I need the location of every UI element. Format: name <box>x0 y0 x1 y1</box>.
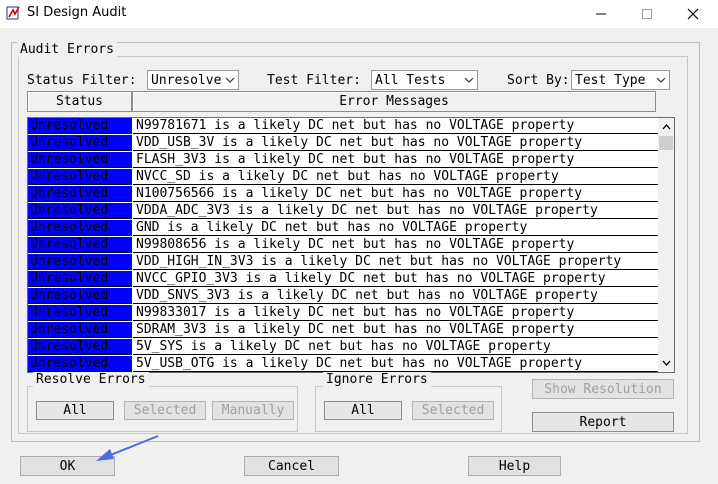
message-cell: GND is a likely DC net but has no VOLTAG… <box>133 220 658 236</box>
status-cell: Unresolved <box>28 339 132 355</box>
ignore-all-label: All <box>351 403 375 418</box>
status-cell: Unresolved <box>28 186 132 202</box>
table-row[interactable]: Unresolved 5V_USB_OTG is a likely DC net … <box>28 356 658 372</box>
message-cell: VDD_HIGH_IN_3V3 is a likely DC net but h… <box>133 254 658 270</box>
report-label: Report <box>579 414 627 430</box>
message-cell: VDD_USB_3V is a likely DC net but has no… <box>133 135 658 151</box>
table-row[interactable]: Unresolved N99781671 is a likely DC net b… <box>28 118 658 135</box>
resolve-all-label: All <box>63 403 87 418</box>
table-row[interactable]: Unresolved GND is a likely DC net but has… <box>28 220 658 237</box>
scroll-up-button[interactable] <box>658 119 674 135</box>
status-filter-value: Unresolve <box>151 72 222 88</box>
resolve-selected-label: Selected <box>133 403 197 418</box>
chevron-down-icon <box>461 71 477 89</box>
annotation-arrow-icon <box>96 435 159 461</box>
audit-errors-label: Audit Errors <box>17 42 117 57</box>
status-cell: Unresolved <box>28 288 132 304</box>
status-cell: Unresolved <box>28 237 132 253</box>
resolve-selected-button[interactable]: Selected <box>124 401 206 420</box>
table-row[interactable]: Unresolved FLASH_3V3 is a likely DC net b… <box>28 152 658 169</box>
maximize-button[interactable] <box>624 0 670 28</box>
cancel-label: Cancel <box>268 458 315 474</box>
scroll-down-button[interactable] <box>658 355 674 371</box>
ignore-selected-label: Selected <box>421 403 485 418</box>
table-row[interactable]: Unresolved NVCC_SD is a likely DC net but… <box>28 169 658 186</box>
window-title: SI Design Audit <box>27 5 127 20</box>
message-cell: 5V_USB_OTG is a likely DC net but has no… <box>133 356 658 372</box>
ok-label: OK <box>59 458 76 474</box>
table-row[interactable]: Unresolved NVCC_GPIO_3V3 is a likely DC n… <box>28 271 658 288</box>
message-cell: N99781671 is a likely DC net but has no … <box>133 118 658 134</box>
table-row[interactable]: Unresolved SDRAM_3V3 is a likely DC net b… <box>28 322 658 339</box>
ignore-errors-label: Ignore Errors <box>323 372 431 387</box>
resolve-all-button[interactable]: All <box>36 401 114 420</box>
status-cell: Unresolved <box>28 305 132 321</box>
table-row[interactable]: Unresolved VDD_HIGH_IN_3V3 is a likely DC… <box>28 254 658 271</box>
status-cell: Unresolved <box>28 152 132 168</box>
show-resolution-label: Show Resolution <box>544 381 662 397</box>
report-button[interactable]: Report <box>532 412 674 432</box>
sort-by-label: Sort By: <box>507 73 570 88</box>
message-cell: N99808656 is a likely DC net but has no … <box>133 237 658 253</box>
message-cell: VDD_SNVS_3V3 is a likely DC net but has … <box>133 288 658 304</box>
vertical-scrollbar[interactable] <box>658 118 674 372</box>
help-button[interactable]: Help <box>468 456 561 476</box>
column-header-messages-label: Error Messages <box>339 94 449 109</box>
message-cell: 5V_SYS is a likely DC net but has no VOL… <box>133 339 658 355</box>
help-label: Help <box>498 458 531 474</box>
message-cell: FLASH_3V3 is a likely DC net but has no … <box>133 152 658 168</box>
minimize-icon <box>596 13 606 15</box>
status-filter-label: Status Filter: <box>27 73 137 88</box>
column-header-status[interactable]: Status <box>27 91 132 112</box>
scroll-thumb[interactable] <box>659 136 673 150</box>
table-row[interactable]: Unresolved N100756566 is a likely DC net … <box>28 186 658 203</box>
message-cell: VDDA_ADC_3V3 is a likely DC net but has … <box>133 203 658 219</box>
show-resolution-button[interactable]: Show Resolution <box>532 379 674 399</box>
cancel-button[interactable]: Cancel <box>244 456 339 476</box>
column-header-error-messages[interactable]: Error Messages <box>132 91 656 112</box>
table-row[interactable]: Unresolved N99833017 is a likely DC net b… <box>28 305 658 322</box>
table-row[interactable]: Unresolved VDDA_ADC_3V3 is a likely DC ne… <box>28 203 658 220</box>
minimize-button[interactable] <box>578 0 624 28</box>
resolve-manually-button[interactable]: Manually <box>212 401 294 420</box>
test-filter-label: Test Filter: <box>267 73 361 88</box>
status-cell: Unresolved <box>28 135 132 151</box>
message-cell: N100756566 is a likely DC net but has no… <box>133 186 658 202</box>
test-filter-dropdown[interactable]: All Tests <box>371 70 478 90</box>
table-row[interactable]: Unresolved N99808656 is a likely DC net b… <box>28 237 658 254</box>
message-cell: SDRAM_3V3 is a likely DC net but has no … <box>133 322 658 338</box>
status-cell: Unresolved <box>28 118 132 134</box>
table-row[interactable]: Unresolved VDD_USB_3V is a likely DC net … <box>28 135 658 152</box>
message-cell: N99833017 is a likely DC net but has no … <box>133 305 658 321</box>
chevron-up-icon <box>662 124 670 130</box>
sort-by-value: Test Type <box>575 72 646 88</box>
status-cell: Unresolved <box>28 169 132 185</box>
status-cell: Unresolved <box>28 220 132 236</box>
resolve-errors-label: Resolve Errors <box>33 372 149 387</box>
errors-table[interactable]: Unresolved N99781671 is a likely DC net b… <box>27 117 675 373</box>
close-icon <box>687 8 699 20</box>
chevron-down-icon <box>662 360 670 366</box>
status-cell: Unresolved <box>28 203 132 219</box>
close-button[interactable] <box>670 0 716 28</box>
app-icon <box>6 5 22 21</box>
chevron-down-icon <box>653 71 669 89</box>
chevron-down-icon <box>222 71 238 89</box>
sort-by-dropdown[interactable]: Test Type <box>571 70 670 90</box>
table-row[interactable]: Unresolved 5V_SYS is a likely DC net but … <box>28 339 658 356</box>
status-cell: Unresolved <box>28 356 132 372</box>
status-cell: Unresolved <box>28 254 132 270</box>
table-row[interactable]: Unresolved VDD_SNVS_3V3 is a likely DC ne… <box>28 288 658 305</box>
resolve-manually-label: Manually <box>221 403 285 418</box>
ignore-selected-button[interactable]: Selected <box>412 401 494 420</box>
status-filter-dropdown[interactable]: Unresolve <box>147 70 239 90</box>
message-cell: NVCC_SD is a likely DC net but has no VO… <box>133 169 658 185</box>
maximize-icon <box>642 9 652 19</box>
column-header-status-label: Status <box>56 94 103 109</box>
status-cell: Unresolved <box>28 271 132 287</box>
ignore-all-button[interactable]: All <box>324 401 402 420</box>
test-filter-value: All Tests <box>375 72 446 88</box>
message-cell: NVCC_GPIO_3V3 is a likely DC net but has… <box>133 271 658 287</box>
status-cell: Unresolved <box>28 322 132 338</box>
